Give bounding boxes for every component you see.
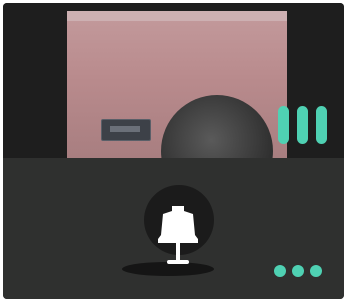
doorbell-view bbox=[3, 3, 344, 299]
stream-status-indicator[interactable] bbox=[278, 106, 327, 144]
stream-bar bbox=[316, 106, 327, 144]
bell-icon[interactable] bbox=[154, 202, 202, 270]
more-dot bbox=[310, 265, 322, 277]
camera-area bbox=[3, 3, 344, 158]
stream-bar bbox=[297, 106, 308, 144]
feed-device-object bbox=[101, 119, 151, 141]
bottom-panel bbox=[3, 158, 344, 299]
camera-feed[interactable] bbox=[67, 11, 287, 158]
more-dot bbox=[292, 265, 304, 277]
more-options-button[interactable] bbox=[274, 265, 322, 277]
feed-person-head bbox=[161, 95, 273, 158]
stream-bar bbox=[278, 106, 289, 144]
feed-top-strip bbox=[67, 11, 287, 21]
more-dot bbox=[274, 265, 286, 277]
